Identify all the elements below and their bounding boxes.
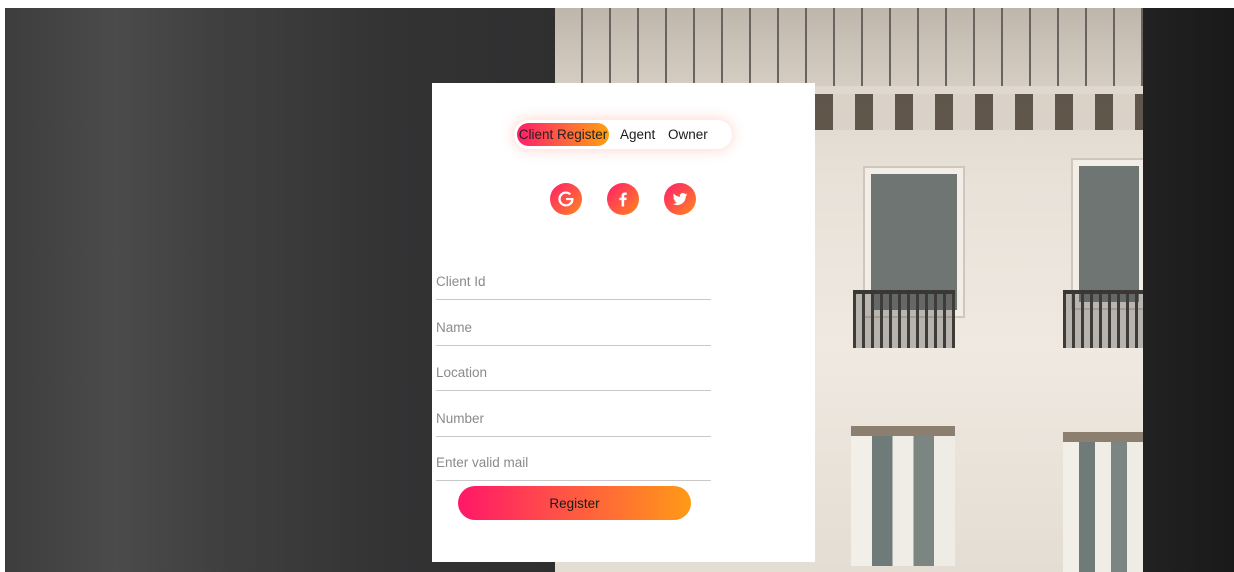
register-button[interactable]: Register [458,486,691,520]
register-card: Client Register Agent Owner Register [432,83,815,562]
number-input[interactable] [436,400,711,437]
tab-owner[interactable]: Owner [668,120,708,149]
twitter-icon [672,193,688,206]
location-input[interactable] [436,354,711,391]
google-login-button[interactable] [550,183,582,215]
client-id-input[interactable] [436,263,711,300]
facebook-icon [619,192,627,207]
google-icon [558,191,574,207]
facebook-login-button[interactable] [607,183,639,215]
role-toggle: Client Register Agent Owner [514,120,732,149]
email-input[interactable] [436,444,711,481]
twitter-login-button[interactable] [664,183,696,215]
tab-client-register[interactable]: Client Register [517,120,609,149]
name-input[interactable] [436,309,711,346]
tab-agent[interactable]: Agent [620,120,655,149]
